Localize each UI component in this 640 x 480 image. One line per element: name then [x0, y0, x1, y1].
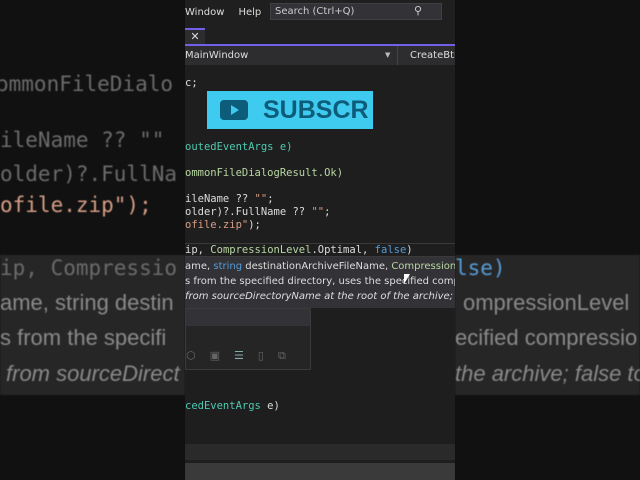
status-bar	[185, 463, 455, 480]
bg-text: ommonFileDialo	[0, 72, 174, 96]
bg-text: the archive; false to	[455, 361, 640, 386]
chevron-down-icon[interactable]: ▼	[385, 46, 390, 65]
code-line: outedEventArgs e)	[185, 141, 293, 153]
bg-text: s from the specifi	[0, 325, 167, 350]
bg-text: ileName ?? ""	[0, 128, 165, 152]
list-filter-icon[interactable]: ☰	[234, 349, 244, 363]
mouse-cursor	[404, 274, 410, 284]
code-line: ileName ?? "";	[185, 193, 274, 205]
class-dropdown[interactable]: MainWindow	[185, 46, 248, 65]
bg-text: ame, string destin	[0, 290, 174, 315]
visual-studio-window: Window Help Search (Ctrl+Q) ⚲ ✕ MainWindo…	[185, 0, 455, 480]
code-line: older)?.FullName ?? "";	[185, 206, 331, 218]
tooltip-signature: ame, string destinationArchiveFileName, …	[185, 261, 455, 272]
code-line: c;	[185, 77, 198, 89]
bg-text: older)?.FullNa	[0, 162, 178, 186]
code-line: ip, CompressionLevel.Optimal, false)	[185, 244, 413, 256]
menu-help[interactable]: Help	[238, 7, 261, 18]
bg-text: ecified compressio	[455, 325, 638, 350]
bg-text: ofile.zip");	[0, 193, 152, 217]
bg-text: ompressionLevel	[463, 290, 630, 315]
tooltip-description: s from the specified directory, uses the…	[185, 276, 455, 287]
snippet-filter-icon[interactable]: ⧉	[278, 349, 286, 363]
menu-bar: Window Help Search (Ctrl+Q) ⚲	[185, 0, 455, 24]
bg-text: ip, Compressio	[0, 256, 178, 280]
youtube-play-icon	[220, 100, 248, 120]
bg-text: from sourceDirect	[6, 361, 180, 386]
intellisense-popup: ⬡ ▣ ☰ ▯ ⧉	[185, 308, 311, 370]
member-dropdown[interactable]: CreateBtn_	[397, 46, 455, 65]
tooltip-param: from sourceDirectoryName at the root of …	[185, 291, 455, 302]
field-filter-icon[interactable]: ▣	[210, 349, 220, 363]
class-filter-icon[interactable]: ⬡	[186, 349, 196, 363]
signature-tooltip: ame, string destinationArchiveFileName, …	[185, 257, 455, 308]
search-input[interactable]: Search (Ctrl+Q) ⚲	[270, 3, 442, 20]
subscribe-text: SUBSCR	[263, 95, 369, 124]
menu-window[interactable]: Window	[185, 7, 224, 18]
bg-text: lse)	[455, 256, 506, 280]
interface-filter-icon[interactable]: ▯	[258, 349, 264, 363]
search-placeholder: Search (Ctrl+Q)	[275, 6, 355, 17]
code-line: cedEventArgs e)	[185, 400, 280, 412]
blurred-background-right: lse) ompressionLevel ecified compressio …	[455, 0, 640, 480]
code-line: ofile.zip");	[185, 219, 261, 231]
tab-row: ✕	[185, 24, 455, 46]
code-line: ommonFileDialogResult.Ok)	[185, 167, 344, 179]
subscribe-banner: SUBSCR	[207, 91, 373, 129]
navigation-bar: MainWindow ▼ CreateBtn_	[185, 46, 455, 65]
blurred-background-left: ommonFileDialo ileName ?? "" older)?.Ful…	[0, 0, 185, 480]
tab-close-button[interactable]: ✕	[185, 28, 205, 44]
search-icon: ⚲	[413, 4, 422, 17]
status-area	[185, 444, 455, 460]
